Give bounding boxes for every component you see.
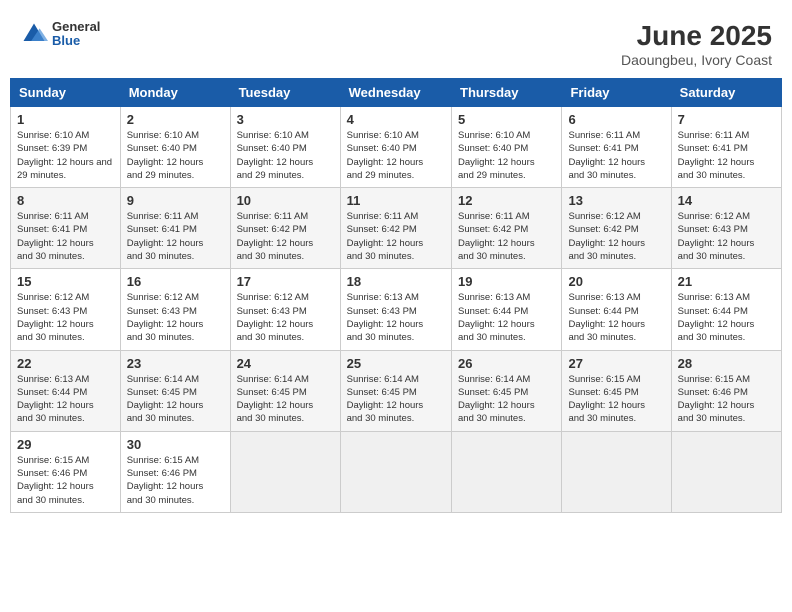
empty-cell: [562, 431, 671, 512]
day-19: 19Sunrise: 6:13 AMSunset: 6:44 PMDayligh…: [452, 269, 562, 350]
col-monday: Monday: [120, 79, 230, 107]
week-row-1: 1Sunrise: 6:10 AMSunset: 6:39 PMDaylight…: [11, 107, 782, 188]
calendar-header-row: Sunday Monday Tuesday Wednesday Thursday…: [11, 79, 782, 107]
week-row-4: 22Sunrise: 6:13 AMSunset: 6:44 PMDayligh…: [11, 350, 782, 431]
day-12: 12Sunrise: 6:11 AMSunset: 6:42 PMDayligh…: [452, 188, 562, 269]
day-11: 11Sunrise: 6:11 AMSunset: 6:42 PMDayligh…: [340, 188, 451, 269]
calendar-table: Sunday Monday Tuesday Wednesday Thursday…: [10, 78, 782, 513]
day-13: 13Sunrise: 6:12 AMSunset: 6:42 PMDayligh…: [562, 188, 671, 269]
day-29: 29Sunrise: 6:15 AMSunset: 6:46 PMDayligh…: [11, 431, 121, 512]
week-row-3: 15Sunrise: 6:12 AMSunset: 6:43 PMDayligh…: [11, 269, 782, 350]
day-7: 7Sunrise: 6:11 AMSunset: 6:41 PMDaylight…: [671, 107, 781, 188]
day-10: 10Sunrise: 6:11 AMSunset: 6:42 PMDayligh…: [230, 188, 340, 269]
day-16: 16Sunrise: 6:12 AMSunset: 6:43 PMDayligh…: [120, 269, 230, 350]
month-title: June 2025: [621, 20, 772, 52]
day-28: 28Sunrise: 6:15 AMSunset: 6:46 PMDayligh…: [671, 350, 781, 431]
logo-blue: Blue: [52, 34, 100, 48]
location: Daoungbeu, Ivory Coast: [621, 52, 772, 68]
day-20: 20Sunrise: 6:13 AMSunset: 6:44 PMDayligh…: [562, 269, 671, 350]
day-15: 15Sunrise: 6:12 AMSunset: 6:43 PMDayligh…: [11, 269, 121, 350]
day-22: 22Sunrise: 6:13 AMSunset: 6:44 PMDayligh…: [11, 350, 121, 431]
empty-cell: [671, 431, 781, 512]
day-9: 9Sunrise: 6:11 AMSunset: 6:41 PMDaylight…: [120, 188, 230, 269]
logo-icon: [20, 20, 48, 48]
empty-cell: [340, 431, 451, 512]
empty-cell: [452, 431, 562, 512]
day-4: 4Sunrise: 6:10 AMSunset: 6:40 PMDaylight…: [340, 107, 451, 188]
empty-cell: [230, 431, 340, 512]
col-tuesday: Tuesday: [230, 79, 340, 107]
col-saturday: Saturday: [671, 79, 781, 107]
day-30: 30Sunrise: 6:15 AMSunset: 6:46 PMDayligh…: [120, 431, 230, 512]
logo-text: General Blue: [52, 20, 100, 49]
page-header: General Blue June 2025 Daoungbeu, Ivory …: [10, 10, 782, 73]
day-25: 25Sunrise: 6:14 AMSunset: 6:45 PMDayligh…: [340, 350, 451, 431]
day-3: 3Sunrise: 6:10 AMSunset: 6:40 PMDaylight…: [230, 107, 340, 188]
day-17: 17Sunrise: 6:12 AMSunset: 6:43 PMDayligh…: [230, 269, 340, 350]
week-row-2: 8Sunrise: 6:11 AMSunset: 6:41 PMDaylight…: [11, 188, 782, 269]
day-2: 2Sunrise: 6:10 AMSunset: 6:40 PMDaylight…: [120, 107, 230, 188]
logo-general: General: [52, 20, 100, 34]
day-21: 21Sunrise: 6:13 AMSunset: 6:44 PMDayligh…: [671, 269, 781, 350]
day-14: 14Sunrise: 6:12 AMSunset: 6:43 PMDayligh…: [671, 188, 781, 269]
day-23: 23Sunrise: 6:14 AMSunset: 6:45 PMDayligh…: [120, 350, 230, 431]
col-thursday: Thursday: [452, 79, 562, 107]
week-row-5: 29Sunrise: 6:15 AMSunset: 6:46 PMDayligh…: [11, 431, 782, 512]
day-5: 5Sunrise: 6:10 AMSunset: 6:40 PMDaylight…: [452, 107, 562, 188]
day-6: 6Sunrise: 6:11 AMSunset: 6:41 PMDaylight…: [562, 107, 671, 188]
day-18: 18Sunrise: 6:13 AMSunset: 6:43 PMDayligh…: [340, 269, 451, 350]
col-sunday: Sunday: [11, 79, 121, 107]
logo: General Blue: [20, 20, 100, 49]
title-block: June 2025 Daoungbeu, Ivory Coast: [621, 20, 772, 68]
col-friday: Friday: [562, 79, 671, 107]
day-8: 8Sunrise: 6:11 AMSunset: 6:41 PMDaylight…: [11, 188, 121, 269]
col-wednesday: Wednesday: [340, 79, 451, 107]
day-24: 24Sunrise: 6:14 AMSunset: 6:45 PMDayligh…: [230, 350, 340, 431]
day-27: 27Sunrise: 6:15 AMSunset: 6:45 PMDayligh…: [562, 350, 671, 431]
day-26: 26Sunrise: 6:14 AMSunset: 6:45 PMDayligh…: [452, 350, 562, 431]
day-1: 1Sunrise: 6:10 AMSunset: 6:39 PMDaylight…: [11, 107, 121, 188]
